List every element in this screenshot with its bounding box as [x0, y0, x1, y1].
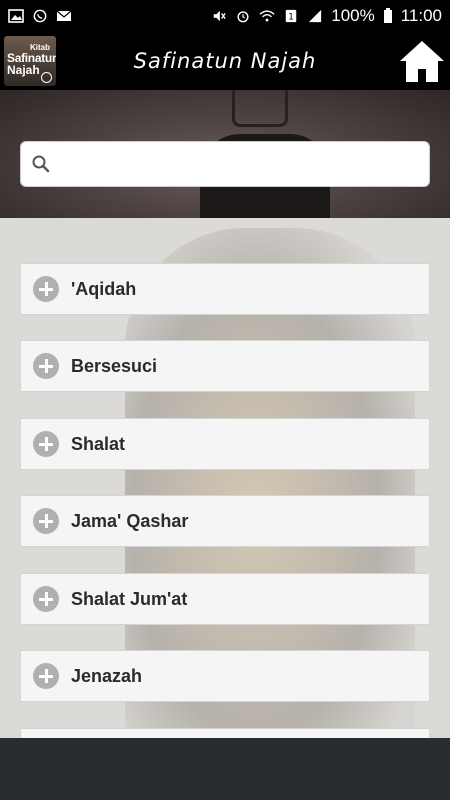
plus-icon	[33, 276, 59, 302]
svg-text:1: 1	[288, 13, 294, 23]
lantern-decoration	[232, 90, 288, 127]
plus-icon	[33, 508, 59, 534]
battery-icon	[383, 8, 392, 23]
image-icon	[8, 9, 24, 23]
whatsapp-icon	[33, 9, 47, 23]
plus-icon	[33, 431, 59, 457]
status-bar: 1 100% 11:00	[0, 0, 450, 32]
menu-item-shalat[interactable]: Shalat	[20, 418, 430, 470]
app-bar: Kitab Safinatun Najah Safinatun Najah	[0, 32, 450, 90]
menu-item-jama-qashar[interactable]: Jama' Qashar	[20, 495, 430, 547]
wifi-icon	[259, 10, 275, 22]
menu-item-label: 'Aqidah	[71, 278, 137, 299]
page-title: Safinatun Najah	[133, 49, 317, 73]
battery-percent: 100%	[331, 6, 375, 25]
clock: 11:00	[400, 6, 442, 25]
plus-icon	[33, 663, 59, 689]
menu-item-label: Shalat	[71, 433, 126, 454]
plus-icon	[33, 586, 59, 612]
menu-item-partial[interactable]	[20, 728, 430, 738]
search-input[interactable]	[57, 141, 419, 187]
alarm-icon	[237, 11, 249, 23]
mail-icon	[56, 10, 72, 21]
logo-emblem-icon	[41, 72, 52, 83]
menu-item-jenazah[interactable]: Jenazah	[20, 650, 430, 702]
home-icon[interactable]	[398, 38, 446, 84]
signal-icon	[309, 9, 322, 23]
mute-icon	[213, 10, 226, 22]
menu-item-label: Jenazah	[71, 665, 143, 686]
menu-item-label: Jama' Qashar	[71, 510, 189, 531]
plus-icon	[33, 353, 59, 379]
menu-item-label: Shalat Jum'at	[71, 588, 188, 609]
menu-item-bersesuci[interactable]: Bersesuci	[20, 340, 430, 392]
menu-item-label: Bersesuci	[71, 355, 158, 376]
search-icon	[32, 155, 50, 173]
menu-item-aqidah[interactable]: 'Aqidah	[20, 263, 430, 315]
search-bar[interactable]	[20, 141, 430, 187]
system-icons: 1 100% 11:00	[211, 6, 442, 26]
bottom-bar	[0, 738, 450, 800]
sim-icon: 1	[285, 9, 297, 23]
menu-item-shalat-jumat[interactable]: Shalat Jum'at	[20, 573, 430, 625]
notification-icons	[8, 9, 72, 23]
